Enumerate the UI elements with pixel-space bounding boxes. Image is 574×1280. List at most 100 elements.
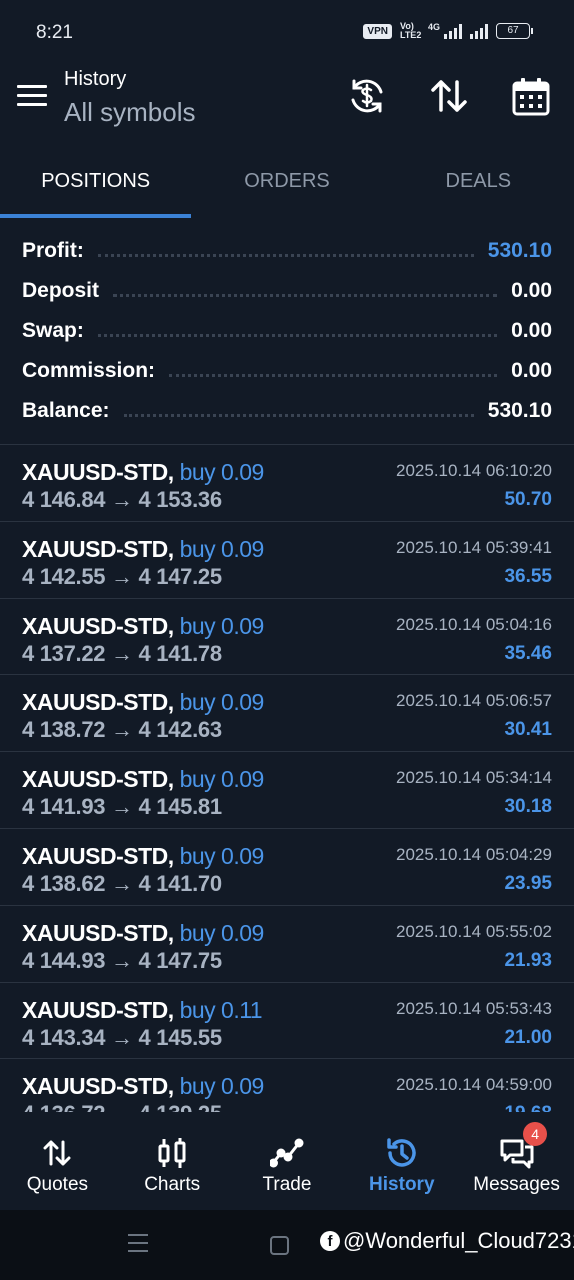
watermark-text: @Wonderful_Cloud7231 <box>343 1228 574 1253</box>
nav-history[interactable]: History <box>344 1112 459 1210</box>
summary-row-commission: Commission: 0.00 <box>0 351 574 391</box>
position-row[interactable]: XAUUSD-STD, buy 0.09 4 142.55 → 4 147.25… <box>0 522 574 599</box>
network-type-label: 4G <box>427 22 440 32</box>
summary-row-deposit: Deposit 0.00 <box>0 271 574 311</box>
profit-value: 530.10 <box>487 239 552 262</box>
status-bar: 8:21 VPN Vo) LTE2 4G 67 <box>0 0 574 64</box>
nav-label: History <box>369 1174 435 1195</box>
position-time: 2025.10.14 06:10:20 <box>396 461 552 480</box>
position-row[interactable]: XAUUSD-STD, buy 0.09 4 137.22 → 4 141.78… <box>0 599 574 676</box>
summary-row-profit: Profit: 530.10 <box>0 231 574 271</box>
trade-line-icon <box>268 1136 304 1170</box>
position-profit: 50.70 <box>504 489 552 510</box>
position-row[interactable]: XAUUSD-STD, buy 0.09 4 138.62 → 4 141.70… <box>0 829 574 906</box>
position-row[interactable]: XAUUSD-STD, buy 0.09 4 141.93 → 4 145.81… <box>0 752 574 829</box>
position-prices: 4 141.93 → 4 145.81 <box>22 794 222 820</box>
position-profit: 21.93 <box>504 949 552 971</box>
facebook-icon: f <box>320 1231 340 1251</box>
position-side: buy 0.09 <box>179 842 265 869</box>
position-prices: 4 137.22 → 4 141.78 <box>22 640 222 666</box>
nav-messages[interactable]: 4 Messages <box>459 1112 574 1210</box>
status-icons: VPN Vo) LTE2 4G 67 <box>363 21 533 40</box>
balance-label: Balance: <box>22 399 110 422</box>
position-row[interactable]: XAUUSD-STD, buy 0.09 4 146.84 → 4 153.36… <box>0 445 574 522</box>
dotted-leader <box>113 293 498 297</box>
position-prices: 4 143.34 → 4 145.55 <box>22 1024 222 1050</box>
position-prices: 4 146.84 → 4 153.36 <box>22 487 222 512</box>
nav-trade[interactable]: Trade <box>230 1112 345 1210</box>
position-prices: 4 138.62 → 4 141.70 <box>22 870 222 896</box>
position-profit: 19.68 <box>504 1103 552 1112</box>
position-time: 2025.10.14 04:59:00 <box>396 1075 552 1095</box>
position-symbol: XAUUSD-STD, <box>22 535 174 562</box>
position-row[interactable]: XAUUSD-STD, buy 0.09 4 136.72 → 4 139.25… <box>0 1059 574 1112</box>
sort-icon[interactable] <box>429 76 469 116</box>
swap-label: Swap: <box>22 319 84 342</box>
commission-value: 0.00 <box>511 359 552 382</box>
signal-icon-2 <box>470 23 488 39</box>
tab-orders[interactable]: ORDERS <box>191 150 382 218</box>
signal-icon <box>444 23 462 39</box>
vpn-icon: VPN <box>363 23 392 39</box>
nav-charts[interactable]: Charts <box>115 1112 230 1210</box>
positions-list[interactable]: XAUUSD-STD, buy 0.09 4 146.84 → 4 153.36… <box>0 444 574 1112</box>
position-side: buy 0.09 <box>179 535 265 562</box>
commission-label: Commission: <box>22 359 156 382</box>
position-time: 2025.10.14 05:55:02 <box>396 921 552 941</box>
position-profit: 21.00 <box>504 1026 552 1048</box>
position-row[interactable]: XAUUSD-STD, buy 0.11 4 143.34 → 4 145.55… <box>0 983 574 1060</box>
position-row[interactable]: XAUUSD-STD, buy 0.09 4 144.93 → 4 147.75… <box>0 906 574 983</box>
bottom-nav: Quotes Charts Trade History 4 Messages <box>0 1112 574 1210</box>
unread-badge: 4 <box>523 1122 548 1146</box>
status-time: 8:21 <box>36 22 73 43</box>
tab-positions[interactable]: POSITIONS <box>0 150 192 218</box>
page-title: History <box>64 68 127 90</box>
profit-label: Profit: <box>22 239 84 262</box>
position-side: buy 0.09 <box>179 919 265 946</box>
position-side: buy 0.11 <box>179 996 263 1023</box>
position-symbol: XAUUSD-STD, <box>22 1073 174 1100</box>
history-clock-icon <box>385 1136 419 1170</box>
dotted-leader <box>123 413 474 417</box>
deposit-label: Deposit <box>22 279 100 302</box>
position-prices: 4 142.55 → 4 147.25 <box>22 563 222 589</box>
nav-label: Messages <box>473 1174 560 1195</box>
nav-label: Trade <box>262 1174 312 1195</box>
position-time: 2025.10.14 05:53:43 <box>396 998 552 1018</box>
dotted-leader <box>169 373 498 377</box>
position-time: 2025.10.14 05:04:16 <box>396 614 552 634</box>
symbol-filter[interactable]: All symbols <box>64 97 195 128</box>
currency-sync-icon[interactable] <box>347 76 387 116</box>
position-prices: 4 144.93 → 4 147.75 <box>22 947 222 973</box>
summary-row-swap: Swap: 0.00 <box>0 311 574 351</box>
position-symbol: XAUUSD-STD, <box>22 919 174 946</box>
recent-apps-icon[interactable] <box>128 1234 148 1258</box>
dotted-leader <box>97 333 498 337</box>
calendar-icon[interactable] <box>511 76 551 116</box>
position-symbol: XAUUSD-STD, <box>22 766 174 793</box>
position-symbol: XAUUSD-STD, <box>22 996 174 1023</box>
tab-bar: POSITIONS ORDERS DEALS <box>0 150 574 218</box>
position-profit: 30.18 <box>504 796 552 818</box>
position-profit: 36.55 <box>504 565 552 587</box>
nav-label: Charts <box>144 1174 201 1195</box>
quotes-arrows-icon <box>40 1136 74 1170</box>
position-time: 2025.10.14 05:39:41 <box>396 537 552 557</box>
summary-panel: Profit: 530.10 Deposit 0.00 Swap: 0.00 C… <box>0 231 574 431</box>
home-icon[interactable] <box>270 1236 289 1255</box>
position-symbol: XAUUSD-STD, <box>22 612 174 639</box>
hamburger-menu-icon[interactable] <box>17 85 47 107</box>
volte-icon: Vo) LTE2 <box>399 21 422 40</box>
position-side: buy 0.09 <box>179 459 265 485</box>
position-side: buy 0.09 <box>179 689 265 716</box>
swap-value: 0.00 <box>511 319 552 342</box>
position-profit: 30.41 <box>504 719 552 741</box>
position-symbol: XAUUSD-STD, <box>22 459 174 485</box>
nav-quotes[interactable]: Quotes <box>0 1112 115 1210</box>
candlestick-icon <box>155 1136 189 1170</box>
position-row[interactable]: XAUUSD-STD, buy 0.09 4 138.72 → 4 142.63… <box>0 675 574 753</box>
system-nav-bar: f @Wonderful_Cloud7231 <box>0 1210 574 1280</box>
position-prices: 4 136.72 → 4 139.25 <box>22 1101 222 1112</box>
tab-deals[interactable]: DEALS <box>383 150 574 218</box>
battery-icon: 67 <box>496 23 533 39</box>
